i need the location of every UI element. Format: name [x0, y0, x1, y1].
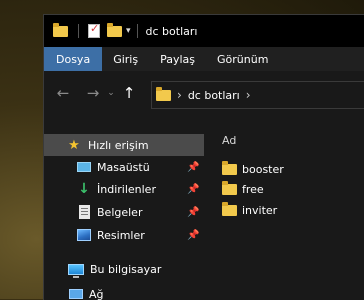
sidebar-item-label: Ağ: [89, 288, 104, 300]
folder-icon: [222, 205, 237, 216]
sidebar-item-downloads[interactable]: ↓ İndirilenler 📌: [44, 178, 204, 200]
back-arrow-icon[interactable]: ←: [54, 84, 72, 102]
navigation-bar: ← → ⌄ ↑ › dc botları ›: [44, 71, 364, 115]
pin-icon: 📌: [187, 207, 199, 218]
tab-view[interactable]: Görünüm: [206, 47, 279, 71]
customize-quick-access-dropdown-icon[interactable]: ▾: [126, 26, 131, 36]
sidebar-item-documents[interactable]: Belgeler 📌: [44, 201, 204, 223]
sidebar-item-label: Hızlı erişim: [88, 139, 149, 152]
tab-share[interactable]: Paylaş: [149, 47, 206, 71]
sidebar-item-pictures[interactable]: Resimler 📌: [44, 224, 204, 246]
title-bar: ▾ dc botları: [44, 15, 364, 47]
new-folder-icon[interactable]: [107, 26, 122, 37]
star-icon: ★: [66, 138, 82, 153]
folder-icon: [222, 184, 237, 195]
list-item[interactable]: booster: [222, 159, 362, 179]
sidebar-item-quick-access[interactable]: ★ Hızlı erişim: [44, 134, 204, 156]
folder-icon: [222, 164, 237, 175]
list-item[interactable]: free: [222, 179, 362, 199]
documents-icon: [79, 205, 90, 219]
network-icon: [69, 289, 83, 299]
address-bar[interactable]: › dc botları ›: [151, 81, 364, 109]
sidebar-item-this-pc[interactable]: Bu bilgisayar: [44, 258, 204, 280]
file-name: booster: [242, 163, 284, 176]
file-name: free: [242, 183, 264, 196]
chevron-right-icon[interactable]: ›: [177, 88, 182, 102]
title-separator: [137, 24, 138, 38]
file-list: Ad booster free inviter: [204, 115, 364, 300]
sidebar-item-network[interactable]: Ağ: [44, 283, 204, 300]
tab-home[interactable]: Giriş: [102, 47, 149, 71]
file-explorer-window: ▾ dc botları Dosya Giriş Paylaş Görünüm …: [43, 14, 364, 300]
tab-file[interactable]: Dosya: [44, 47, 102, 71]
folder-icon: [156, 90, 171, 101]
navigation-pane: ★ Hızlı erişim Masaüstü 📌 ↓ İndirilenler…: [44, 115, 204, 300]
title-separator: [78, 24, 79, 38]
pictures-icon: [77, 229, 91, 241]
pin-icon: 📌: [187, 230, 199, 241]
chevron-right-icon[interactable]: ›: [246, 88, 251, 102]
ribbon-tabs: Dosya Giriş Paylaş Görünüm: [44, 47, 364, 71]
pin-icon: 📌: [187, 184, 199, 195]
sidebar-item-desktop[interactable]: Masaüstü 📌: [44, 156, 204, 178]
sidebar-item-label: Masaüstü: [97, 161, 150, 174]
list-item[interactable]: inviter: [222, 200, 362, 220]
properties-icon[interactable]: [88, 24, 100, 38]
pin-icon: 📌: [187, 162, 199, 173]
column-header-name[interactable]: Ad: [222, 134, 236, 147]
file-name: inviter: [242, 204, 277, 217]
sidebar-item-label: Bu bilgisayar: [90, 263, 161, 276]
sidebar-item-label: İndirilenler: [97, 183, 156, 196]
desktop-icon: [77, 162, 91, 172]
sidebar-item-label: Belgeler: [97, 206, 142, 219]
sidebar-item-label: Resimler: [97, 229, 145, 242]
window-title: dc botları: [146, 25, 198, 38]
up-arrow-icon[interactable]: ↑: [120, 84, 138, 102]
folder-icon: [53, 26, 68, 37]
forward-arrow-icon[interactable]: →: [84, 84, 102, 102]
address-path-segment[interactable]: dc botları: [188, 89, 240, 102]
download-icon: ↓: [77, 181, 91, 197]
this-pc-icon: [68, 264, 84, 275]
recent-locations-chevron-down-icon[interactable]: ⌄: [106, 88, 116, 98]
